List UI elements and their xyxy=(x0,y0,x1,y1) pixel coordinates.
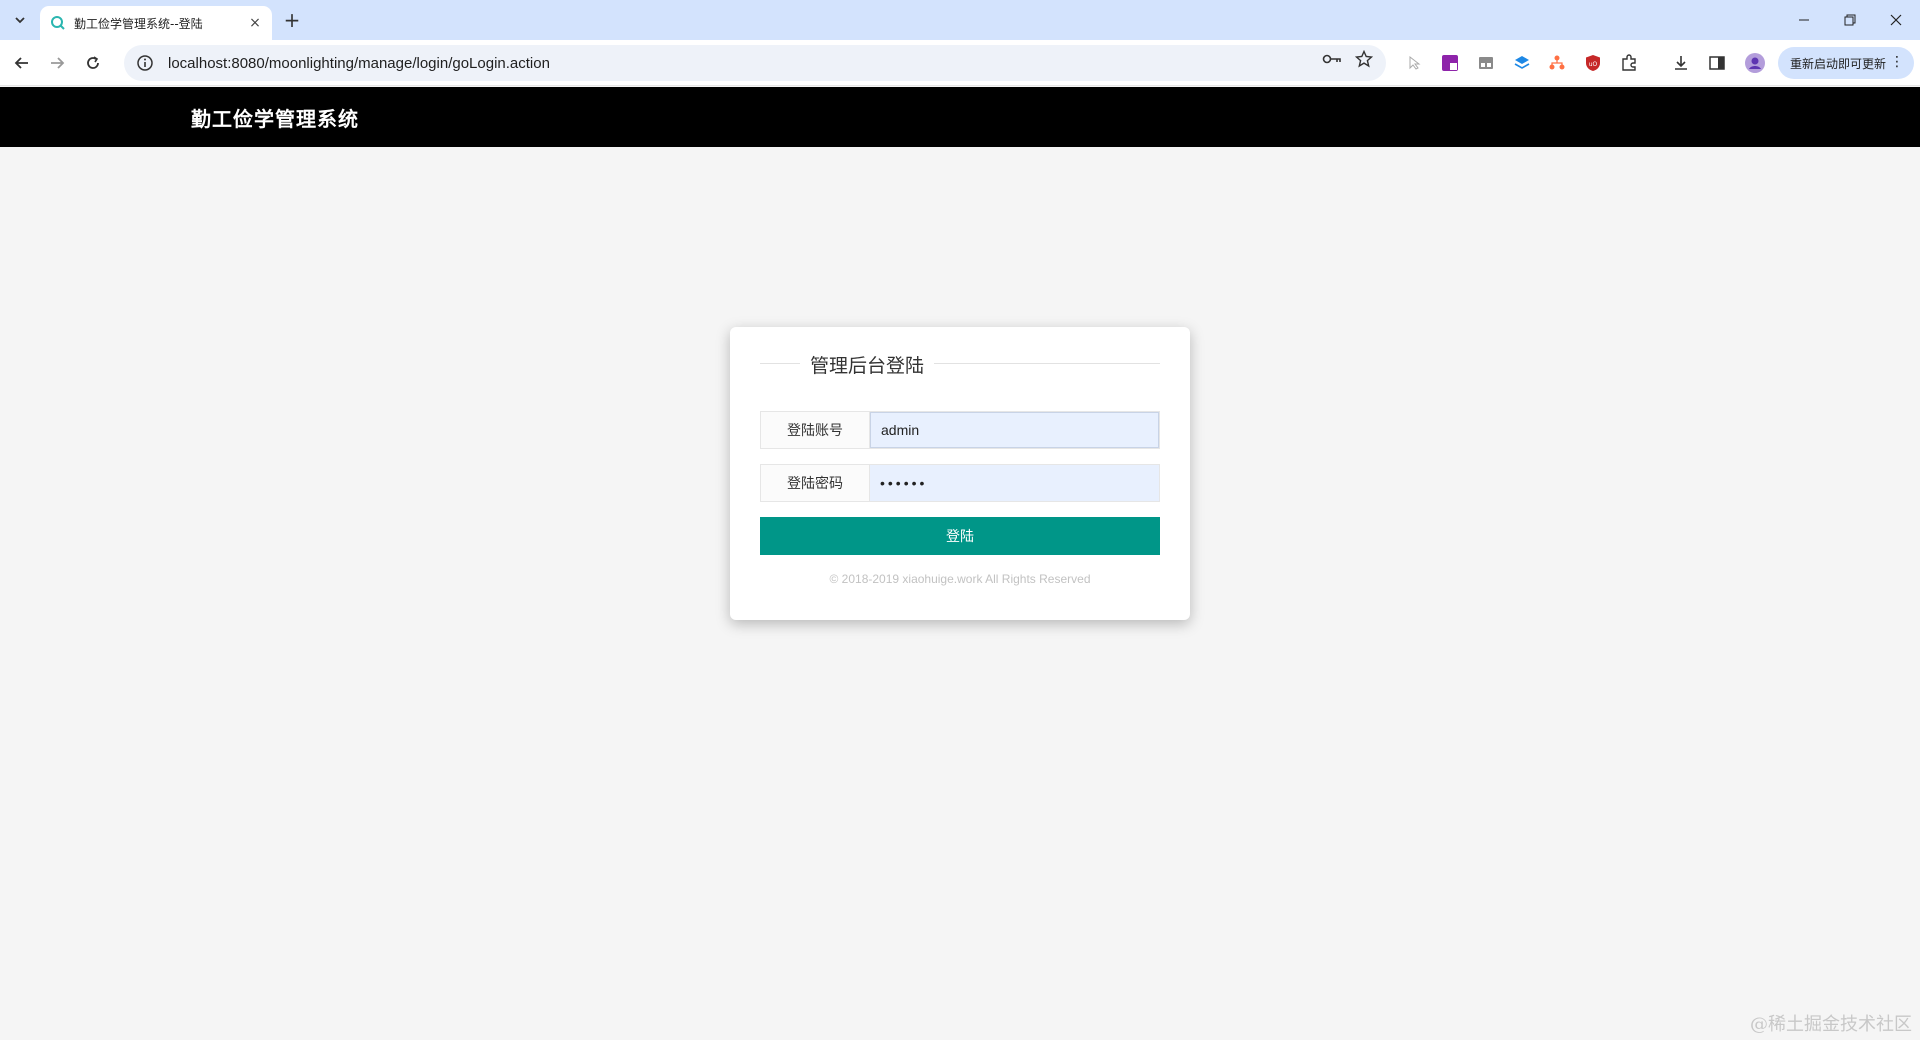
info-icon[interactable] xyxy=(136,54,154,72)
tab-close-icon[interactable]: × xyxy=(246,14,264,32)
back-icon[interactable] xyxy=(9,50,35,76)
account-input[interactable] xyxy=(870,412,1159,448)
star-icon[interactable] xyxy=(1354,49,1374,69)
extensions-icon[interactable] xyxy=(1618,52,1640,74)
login-legend: 管理后台登陆 xyxy=(760,351,1160,378)
close-window-icon[interactable] xyxy=(1876,6,1916,34)
restore-icon[interactable] xyxy=(1830,6,1870,34)
site-header: 勤工俭学管理系统 xyxy=(0,87,1920,147)
address-bar[interactable]: localhost:8080/moonlighting/manage/login… xyxy=(124,45,1386,81)
browser-tabstrip: 勤工俭学管理系统--登陆 × + xyxy=(0,0,1920,40)
key-icon[interactable] xyxy=(1322,49,1342,69)
copyright-text: © 2018-2019 xiaohuige.work All Rights Re… xyxy=(829,572,1091,586)
update-label: 重新启动即可更新 xyxy=(1790,56,1887,71)
tree-extension-icon[interactable] xyxy=(1546,52,1568,74)
store-extension-icon[interactable] xyxy=(1475,52,1497,74)
rp-extension-icon[interactable] xyxy=(1439,52,1461,74)
account-label: 登陆账号 xyxy=(761,412,870,448)
layers-extension-icon[interactable] xyxy=(1511,52,1533,74)
tab-title: 勤工俭学管理系统--登陆 xyxy=(74,16,203,31)
cursor-extension-icon[interactable] xyxy=(1404,52,1426,74)
watermark: @稀土掘金技术社区 xyxy=(1750,1014,1912,1035)
update-button[interactable]: 重新启动即可更新 ⋮ xyxy=(1778,47,1914,79)
url-text[interactable]: localhost:8080/moonlighting/manage/login… xyxy=(168,55,1386,72)
account-row: 登陆账号 xyxy=(760,411,1160,449)
menu-icon[interactable]: ⋮ xyxy=(1890,55,1904,69)
password-label: 登陆密码 xyxy=(761,465,870,501)
login-card: 管理后台登陆 登陆账号 登陆密码 登陆 © 2018-2019 xiaohuig… xyxy=(730,327,1190,620)
sidepanel-icon[interactable] xyxy=(1706,52,1728,74)
reload-icon[interactable] xyxy=(80,50,106,76)
minimize-icon[interactable] xyxy=(1784,6,1824,34)
download-icon[interactable] xyxy=(1670,52,1692,74)
browser-tab[interactable]: 勤工俭学管理系统--登陆 × xyxy=(40,6,272,40)
ublock-extension-icon[interactable]: uO xyxy=(1582,52,1604,74)
site-favicon-icon xyxy=(51,16,65,30)
login-button[interactable]: 登陆 xyxy=(760,517,1160,555)
forward-icon[interactable] xyxy=(44,50,70,76)
password-input[interactable] xyxy=(870,465,1159,501)
svg-text:uO: uO xyxy=(1589,61,1598,68)
site-title: 勤工俭学管理系统 xyxy=(191,107,359,131)
tab-search-icon[interactable] xyxy=(8,8,32,32)
login-heading: 管理后台登陆 xyxy=(800,351,935,378)
new-tab-icon[interactable]: + xyxy=(280,8,304,32)
profile-icon[interactable] xyxy=(1744,52,1766,74)
password-row: 登陆密码 xyxy=(760,464,1160,502)
